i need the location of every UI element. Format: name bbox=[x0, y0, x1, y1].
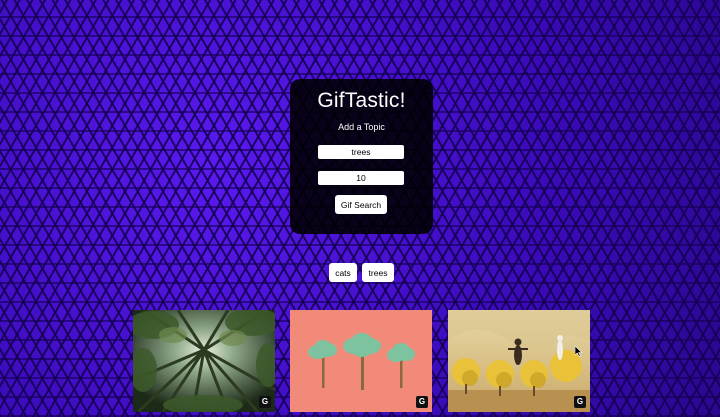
mouse-cursor-icon bbox=[575, 346, 583, 357]
add-topic-label: Add a Topic bbox=[338, 122, 385, 132]
gif-result-2[interactable]: G bbox=[290, 310, 432, 412]
limit-input[interactable] bbox=[318, 171, 404, 185]
cartoon-trees-image bbox=[290, 310, 432, 412]
topic-button-cats[interactable]: cats bbox=[329, 263, 357, 282]
topic-button-trees[interactable]: trees bbox=[362, 263, 394, 282]
app-title: GifTastic! bbox=[317, 89, 406, 112]
bamboo-forest-image bbox=[133, 310, 275, 412]
search-panel: GifTastic! Add a Topic Gif Search bbox=[290, 79, 433, 234]
gif-result-3[interactable]: G bbox=[448, 310, 590, 412]
dancers-trees-image bbox=[448, 310, 590, 412]
giphy-badge-icon: G bbox=[416, 396, 428, 408]
topic-input[interactable] bbox=[318, 145, 404, 159]
gif-result-1[interactable]: G bbox=[133, 310, 275, 412]
giphy-badge-icon: G bbox=[574, 396, 586, 408]
gif-search-button[interactable]: Gif Search bbox=[335, 195, 387, 214]
giphy-badge-icon: G bbox=[259, 396, 271, 408]
